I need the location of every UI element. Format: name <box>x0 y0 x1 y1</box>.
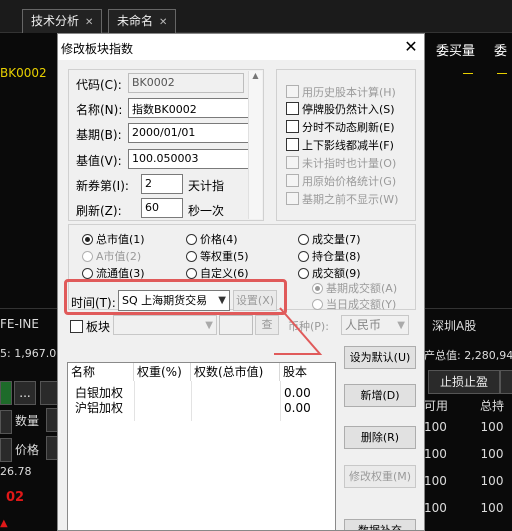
small-button[interactable] <box>0 438 12 462</box>
table-cell: 100 <box>480 474 504 488</box>
tab-technical-analysis[interactable]: 技术分析 ✕ <box>22 9 103 33</box>
table-cell: 100 <box>480 420 504 434</box>
column-header-capital[interactable]: 股本 <box>280 363 336 381</box>
quantity-label: 数量 <box>15 414 40 428</box>
table-cell: 100 <box>424 474 447 488</box>
component-list[interactable]: 名称 权重(%) 权数(总市值) 股本 白银加权 0.00 沪铝加权 0.00 <box>67 362 336 530</box>
close-icon[interactable]: ✕ <box>85 17 93 28</box>
tab-label: 未命名 <box>117 14 154 28</box>
list-item-capital: 0.00 <box>284 401 311 415</box>
tab-untitled[interactable]: 未命名 ✕ <box>108 9 177 33</box>
market-tab-shenzhen-a[interactable]: 深圳A股 <box>432 317 476 334</box>
column-header-name[interactable]: 名称 <box>68 363 134 381</box>
bid-dash <box>463 73 473 74</box>
table-cell: 100 <box>424 420 447 434</box>
column-divider <box>191 381 192 421</box>
column-divider <box>134 381 135 421</box>
bid-header-partial: 委 <box>494 44 508 59</box>
price-label: 价格 <box>15 443 40 457</box>
annotation-pointer <box>274 307 323 355</box>
table-cell: 100 <box>480 447 504 461</box>
block-code-text: BK0002 <box>0 66 47 80</box>
modify-weight-button[interactable]: 修改权重(M) <box>344 465 416 488</box>
green-indicator <box>0 381 12 405</box>
small-button[interactable] <box>40 381 58 405</box>
add-button[interactable]: 新增(D) <box>344 384 416 407</box>
close-icon[interactable]: ✕ <box>159 17 167 28</box>
red-count: 02 <box>6 490 25 505</box>
small-button[interactable] <box>0 410 12 434</box>
column-header-shares[interactable]: 权数(总市值) <box>191 363 280 381</box>
stop-loss-take-profit-button[interactable]: 止损止盈 <box>428 370 500 394</box>
column-divider <box>280 381 281 421</box>
tab-label: 技术分析 <box>31 14 80 28</box>
edit-block-index-dialog: 修改板块指数 ✕ 代码(C): BK0002 名称(N): 指数BK0002 基… <box>57 33 425 531</box>
scroll-button[interactable] <box>500 370 512 394</box>
list-item-name[interactable]: 白银加权 <box>75 386 123 401</box>
bid-volume-header: 委买量 <box>436 44 476 59</box>
delete-button[interactable]: 删除(R) <box>344 426 416 449</box>
ellipsis-button[interactable]: ... <box>14 381 36 405</box>
total-asset-value: 产总值: 2,280,94 <box>424 349 512 362</box>
column-available: 可用 <box>424 399 449 413</box>
list-item-capital: 0.00 <box>284 386 311 400</box>
futures-market-label: FE-INE <box>0 317 39 331</box>
bid-dash <box>497 73 507 74</box>
column-total-holdings: 总持 <box>480 399 505 413</box>
up-arrow-icon: ▲ <box>0 518 8 529</box>
table-cell: 100 <box>424 447 447 461</box>
price-value: 26.78 <box>0 465 32 478</box>
table-cell: 100 <box>480 501 504 515</box>
set-default-button[interactable]: 设为默认(U) <box>344 346 416 369</box>
asset-value-left: 5: 1,967.0 <box>0 347 57 360</box>
column-header-weight[interactable]: 权重(%) <box>134 363 191 381</box>
data-fill-button[interactable]: 数据补充 <box>344 519 416 530</box>
list-item-name[interactable]: 沪铝加权 <box>75 401 123 416</box>
table-cell: 100 <box>424 501 447 515</box>
